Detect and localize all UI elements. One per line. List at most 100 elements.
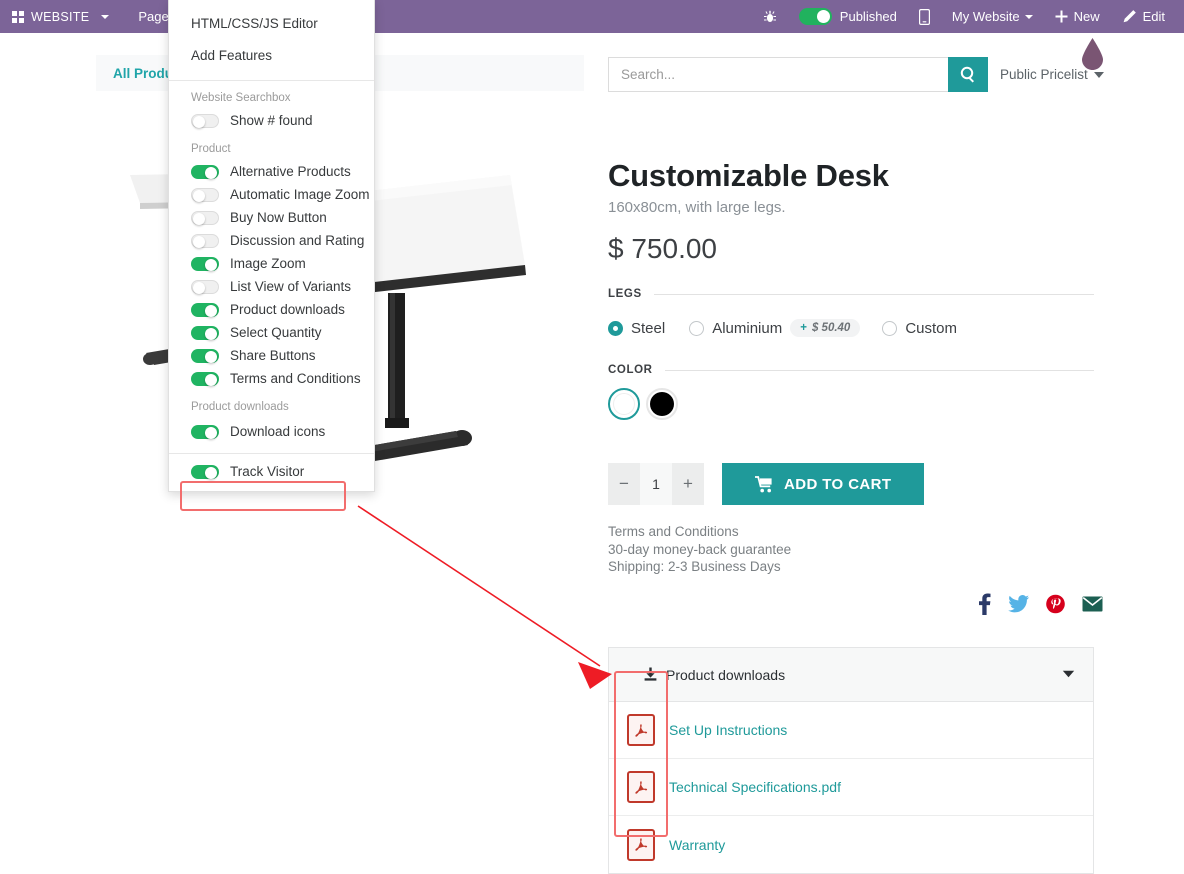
publish-label: Published: [839, 9, 897, 24]
toggle-label: Image Zoom: [230, 256, 306, 271]
plus-sign: +: [800, 322, 807, 334]
product-downloads-panel: Product downloads Set Up Instructions Te…: [608, 647, 1094, 874]
website-selector[interactable]: My Website: [941, 0, 1044, 33]
color-swatch-white[interactable]: [608, 388, 640, 420]
menu-item-html-css-js-editor[interactable]: HTML/CSS/JS Editor: [169, 8, 374, 40]
toggle-row-alternative-products[interactable]: Alternative Products: [169, 160, 374, 183]
toggle-switch[interactable]: [191, 279, 219, 294]
mobile-preview-button[interactable]: [908, 0, 941, 33]
toggle-row-automatic-image-zoom[interactable]: Automatic Image Zoom: [169, 183, 374, 206]
extra-price-value: $ 50.40: [811, 322, 851, 334]
search-input[interactable]: Search...: [608, 57, 948, 92]
toggle-label: Select Quantity: [230, 325, 322, 340]
attribute-label-color: COLOR: [608, 364, 653, 376]
radio-steel[interactable]: [608, 320, 623, 336]
toggle-row-download-icons[interactable]: Download icons: [169, 418, 374, 445]
toggle-label: Automatic Image Zoom: [230, 187, 370, 202]
download-link[interactable]: Warranty: [669, 837, 725, 853]
customize-dropdown-menu: HTML/CSS/JS Editor Add Features Website …: [168, 0, 375, 511]
toggle-row-product-downloads[interactable]: Product downloads: [169, 298, 374, 321]
debug-bug-icon[interactable]: [752, 0, 788, 33]
facebook-icon[interactable]: [978, 593, 991, 615]
email-icon[interactable]: [1082, 596, 1103, 612]
toggle-label: Share Buttons: [230, 348, 316, 363]
cart-row: − 1 + ADD TO CART: [608, 463, 925, 505]
toggle-row-discussion-and-rating[interactable]: Discussion and Rating: [169, 229, 374, 252]
attribute-header-legs: LEGS: [608, 288, 1094, 300]
publish-switch[interactable]: [798, 8, 832, 25]
chevron-down-icon[interactable]: [1062, 670, 1075, 679]
toggle-row-select-quantity[interactable]: Select Quantity: [169, 321, 374, 344]
toggle-switch[interactable]: [191, 424, 219, 439]
toggle-row-image-zoom[interactable]: Image Zoom: [169, 252, 374, 275]
pinterest-icon[interactable]: [1046, 594, 1065, 614]
legs-option-aluminium-label: Aluminium: [712, 319, 783, 337]
toggle-label: Alternative Products: [230, 164, 351, 179]
terms-line-2: 30-day money-back guarantee: [608, 541, 792, 557]
toggle-label: Download icons: [230, 424, 326, 439]
toggle-label: Product downloads: [230, 302, 345, 317]
publish-toggle[interactable]: Published: [788, 0, 908, 33]
divider: [653, 293, 1094, 295]
website-brand-menu[interactable]: WEBSITE: [0, 0, 123, 33]
radio-custom[interactable]: [882, 320, 898, 336]
download-row[interactable]: Set Up Instructions: [609, 702, 1093, 759]
radio-aluminium[interactable]: [689, 320, 705, 336]
toggle-switch[interactable]: [191, 164, 219, 179]
quantity-stepper: − 1 +: [608, 463, 704, 505]
download-row[interactable]: Warranty: [609, 816, 1093, 873]
social-share-row: [978, 593, 1103, 615]
toggle-switch[interactable]: [191, 371, 219, 386]
toggle-switch[interactable]: [191, 302, 219, 317]
download-link[interactable]: Technical Specifications.pdf: [669, 779, 841, 795]
quantity-input[interactable]: 1: [640, 463, 672, 505]
legs-option-aluminium[interactable]: Aluminium: [689, 320, 782, 337]
droplet-marker-icon: [1082, 38, 1103, 70]
brand-label: WEBSITE: [31, 9, 90, 24]
toggle-switch[interactable]: [191, 233, 219, 248]
toggle-switch[interactable]: [191, 187, 219, 202]
toggle-label: Discussion and Rating: [230, 233, 365, 248]
chevron-down-icon: [1024, 14, 1033, 19]
chevron-down-icon: [1093, 71, 1104, 78]
toggle-row-list-view-of-variants[interactable]: List View of Variants: [169, 275, 374, 298]
legs-option-custom[interactable]: Custom: [882, 320, 957, 337]
twitter-icon[interactable]: [1008, 595, 1029, 613]
attribute-header-color: COLOR: [608, 364, 1094, 376]
toggle-switch[interactable]: [191, 325, 219, 340]
edit-button[interactable]: Edit: [1111, 0, 1176, 33]
toggle-label: Buy Now Button: [230, 210, 327, 225]
toggle-row-show-found[interactable]: Show # found: [169, 109, 374, 132]
menu-item-add-features[interactable]: Add Features: [169, 40, 374, 72]
search-button[interactable]: [948, 57, 988, 92]
download-link[interactable]: Set Up Instructions: [669, 722, 787, 738]
legs-options: Steel Aluminium + $ 50.40 Custom: [608, 319, 981, 337]
toggle-row-terms-and-conditions[interactable]: Terms and Conditions: [169, 367, 374, 390]
toggle-row-share-buttons[interactable]: Share Buttons: [169, 344, 374, 367]
toggle-label: Show # found: [230, 113, 313, 128]
color-swatch-black[interactable]: [646, 388, 678, 420]
download-row[interactable]: Technical Specifications.pdf: [609, 759, 1093, 816]
product-downloads-header[interactable]: Product downloads: [609, 648, 1093, 702]
legs-option-custom-label: Custom: [905, 319, 958, 337]
pdf-icon: [627, 828, 655, 861]
new-button[interactable]: New: [1044, 0, 1111, 33]
toggle-switch[interactable]: [191, 464, 219, 479]
terms-line-1: Terms and Conditions: [608, 524, 739, 539]
page-title: Customizable Desk: [608, 158, 889, 193]
toggle-row-buy-now-button[interactable]: Buy Now Button: [169, 206, 374, 229]
chevron-down-icon: [101, 14, 110, 19]
quantity-decrease-button[interactable]: −: [608, 463, 640, 505]
toggle-switch[interactable]: [191, 113, 219, 128]
toggle-switch[interactable]: [191, 256, 219, 271]
toggle-switch[interactable]: [191, 348, 219, 363]
pricelist-label: Public Pricelist: [1000, 67, 1088, 82]
quantity-increase-button[interactable]: +: [672, 463, 704, 505]
toggle-switch[interactable]: [191, 210, 219, 225]
toggle-row-track-visitor[interactable]: Track Visitor: [169, 454, 374, 491]
add-to-cart-button[interactable]: ADD TO CART: [722, 463, 925, 505]
legs-option-steel[interactable]: Steel: [608, 320, 665, 337]
swatch-fill: [650, 392, 674, 416]
website-selector-label: My Website: [951, 9, 1020, 24]
mobile-preview-icon: [918, 8, 930, 25]
